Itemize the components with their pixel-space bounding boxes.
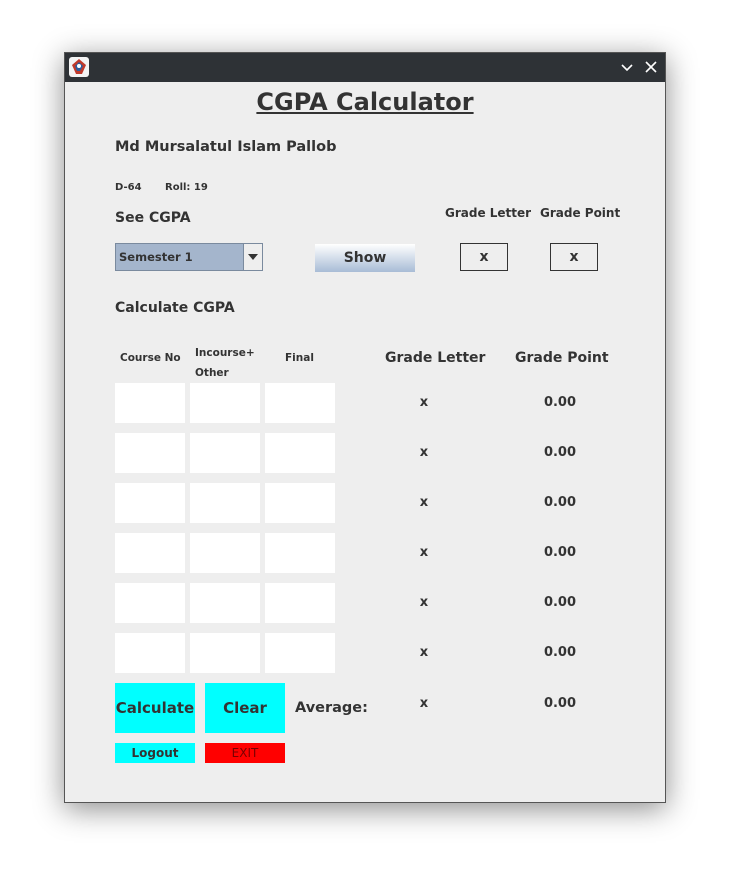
grade-point-cell: 0.00 — [543, 495, 577, 510]
incourse-input[interactable] — [190, 633, 260, 673]
grade-point-cell: 0.00 — [543, 545, 577, 560]
course-no-input[interactable] — [115, 633, 185, 673]
see-cgpa-heading: See CGPA — [115, 210, 191, 226]
grade-letter-header: Grade Letter — [385, 350, 486, 366]
average-grade-letter: x — [419, 696, 429, 711]
logout-button[interactable]: Logout — [115, 743, 195, 763]
semester-dropdown-value: Semester 1 — [119, 250, 193, 264]
final-header: Final — [285, 352, 314, 364]
page-title: CGPA Calculator — [256, 88, 474, 116]
average-grade-point: 0.00 — [543, 696, 577, 711]
grade-point-cell: 0.00 — [543, 445, 577, 460]
clear-button[interactable]: Clear — [205, 683, 285, 733]
grade-letter-cell: x — [419, 395, 429, 410]
course-no-input[interactable] — [115, 383, 185, 423]
semester-dropdown[interactable]: Semester 1 — [115, 243, 263, 271]
main-panel: CGPA Calculator Md Mursalatul Islam Pall… — [65, 82, 665, 802]
close-icon[interactable] — [641, 57, 661, 77]
final-input[interactable] — [265, 433, 335, 473]
student-roll: Roll: 19 — [165, 182, 208, 193]
incourse-header-line1: Incourse+ — [195, 347, 255, 359]
incourse-input[interactable] — [190, 433, 260, 473]
calculate-button[interactable]: Calculate — [115, 683, 195, 733]
average-label: Average: — [295, 700, 368, 716]
app-window: CGPA Calculator Md Mursalatul Islam Pall… — [64, 52, 666, 803]
chevron-down-icon[interactable] — [617, 57, 637, 77]
final-input[interactable] — [265, 633, 335, 673]
course-no-input[interactable] — [115, 483, 185, 523]
grade-letter-cell: x — [419, 445, 429, 460]
grade-letter-cell: x — [419, 645, 429, 660]
course-no-input[interactable] — [115, 433, 185, 473]
course-no-header: Course No — [120, 352, 181, 364]
final-input[interactable] — [265, 533, 335, 573]
course-no-input[interactable] — [115, 583, 185, 623]
incourse-input[interactable] — [190, 533, 260, 573]
grade-point-cell: 0.00 — [543, 395, 577, 410]
show-button[interactable]: Show — [315, 244, 415, 272]
final-input[interactable] — [265, 583, 335, 623]
grade-point-cell: 0.00 — [543, 645, 577, 660]
grade-point-header: Grade Point — [515, 350, 609, 366]
see-grade-letter-label: Grade Letter — [445, 206, 532, 220]
exit-button[interactable]: EXIT — [205, 743, 285, 763]
calculate-cgpa-heading: Calculate CGPA — [115, 300, 235, 316]
student-id: D-64 — [115, 182, 142, 193]
grade-letter-cell: x — [419, 545, 429, 560]
grade-letter-cell: x — [419, 495, 429, 510]
course-no-input[interactable] — [115, 533, 185, 573]
incourse-header-line2: Other — [195, 367, 229, 379]
grade-letter-cell: x — [419, 595, 429, 610]
grade-point-cell: 0.00 — [543, 595, 577, 610]
incourse-input[interactable] — [190, 383, 260, 423]
see-grade-point-label: Grade Point — [540, 206, 621, 220]
final-input[interactable] — [265, 483, 335, 523]
see-grade-letter-value: x — [460, 243, 508, 271]
see-grade-point-value: x — [550, 243, 598, 271]
incourse-input[interactable] — [190, 483, 260, 523]
title-bar[interactable] — [65, 53, 665, 82]
dropdown-arrow-icon[interactable] — [243, 244, 262, 270]
java-app-icon — [69, 57, 89, 77]
final-input[interactable] — [265, 383, 335, 423]
student-name: Md Mursalatul Islam Pallob — [115, 139, 337, 155]
incourse-input[interactable] — [190, 583, 260, 623]
